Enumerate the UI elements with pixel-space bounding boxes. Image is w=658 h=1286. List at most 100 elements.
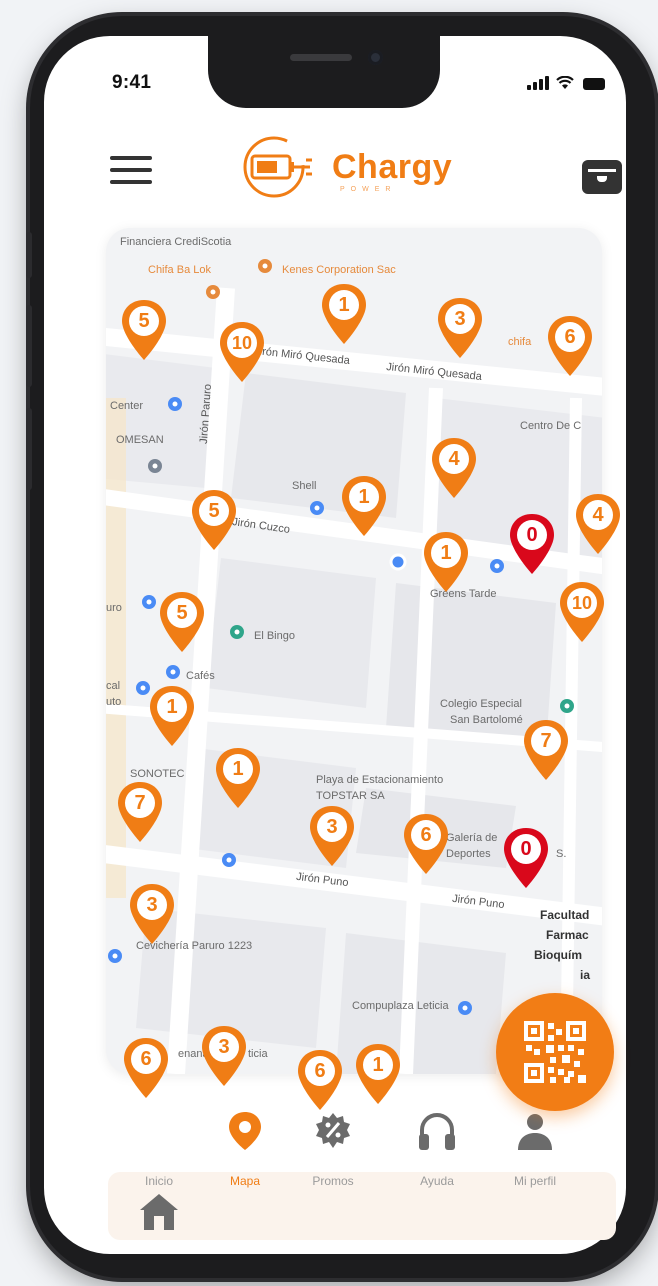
charging-station-pin[interactable]: 7 [520, 718, 572, 782]
charging-station-pin[interactable]: 5 [188, 488, 240, 552]
charging-station-pin[interactable]: 10 [216, 320, 268, 384]
charging-station-pin[interactable]: 1 [338, 474, 390, 538]
qr-scan-button[interactable] [496, 993, 614, 1111]
pin-count: 3 [146, 894, 158, 916]
map-label: El Bingo [254, 630, 295, 642]
charging-station-pin[interactable]: 4 [572, 492, 624, 556]
poi-marker-icon [222, 853, 236, 867]
poi-marker-icon [258, 259, 272, 273]
pin-count: 0 [520, 838, 532, 860]
nav-label: Promos [312, 1174, 354, 1188]
poi-marker-icon [206, 285, 220, 299]
charging-station-pin[interactable]: 3 [306, 804, 358, 868]
map-label: cal [106, 680, 121, 692]
charging-station-pin[interactable]: 1 [352, 1042, 404, 1106]
volume-up-button [26, 305, 32, 387]
map-label: Playa de Estacionamiento [316, 774, 444, 786]
map-label: uro [106, 602, 122, 614]
nav-item-promos[interactable]: Promos [288, 1110, 378, 1188]
map-label: Colegio Especial [440, 698, 522, 710]
charging-station-pin[interactable]: 1 [212, 746, 264, 810]
home-icon [140, 1194, 178, 1230]
front-camera [368, 50, 383, 65]
poi-marker-icon [230, 625, 244, 639]
map-label: uto [106, 696, 122, 708]
headphones-icon [419, 1113, 455, 1150]
notch [208, 36, 440, 108]
charging-station-pin[interactable]: 3 [126, 882, 178, 946]
pin-count: 1 [338, 294, 350, 316]
poi-marker-icon [458, 1001, 472, 1015]
silent-switch [26, 232, 32, 278]
user-icon [518, 1114, 552, 1150]
charging-station-pin[interactable]: 4 [428, 436, 480, 500]
brand-tagline: POWER [340, 186, 397, 193]
map-label: Farmac [546, 928, 589, 942]
poi-marker-icon [490, 559, 504, 573]
charging-station-pin[interactable]: 1 [420, 530, 472, 594]
map-label: Bioquím [534, 948, 582, 962]
poi-marker-icon [108, 949, 122, 963]
map-label: Galería de [446, 832, 498, 844]
map-label: chifa [508, 336, 532, 348]
map-label: OMESAN [116, 434, 164, 446]
map-pin-icon [229, 1112, 261, 1150]
pin-count: 4 [592, 504, 604, 526]
pin-count: 7 [134, 792, 146, 814]
discount-badge-icon [316, 1113, 350, 1148]
wallet-icon[interactable] [582, 160, 622, 194]
map-label: Financiera CrediScotia [120, 236, 232, 248]
poi-marker-icon [310, 501, 324, 515]
map-label: SONOTEC [130, 768, 185, 780]
poi-marker-icon [168, 397, 182, 411]
charging-station-pin[interactable]: 1 [318, 282, 370, 346]
pin-count: 6 [140, 1048, 152, 1070]
pin-count: 6 [420, 824, 432, 846]
pin-count: 3 [454, 308, 466, 330]
charging-station-pin[interactable]: 5 [156, 590, 208, 654]
pin-count: 1 [372, 1054, 384, 1076]
map-label: Centro De C [520, 420, 582, 432]
map-label: ticia [248, 1048, 268, 1060]
pin-count: 0 [526, 524, 538, 546]
map-label: Chifa Ba Lok [148, 264, 211, 276]
charging-station-pin[interactable]: 3 [434, 296, 486, 360]
pin-count: 1 [232, 758, 244, 780]
map-label: Cafés [186, 670, 215, 682]
map-label: Center [110, 400, 144, 412]
map-label: Kenes Corporation Sac [282, 264, 396, 276]
charging-station-pin[interactable]: 6 [400, 812, 452, 876]
status-icons [527, 76, 605, 90]
hamburger-menu-icon[interactable] [110, 156, 152, 190]
nav-item-ayuda[interactable]: Ayuda [392, 1110, 482, 1188]
charging-station-pin[interactable]: 6 [294, 1048, 346, 1112]
charging-station-pin[interactable]: 5 [118, 298, 170, 362]
charging-station-pin[interactable]: 6 [544, 314, 596, 378]
pin-count: 5 [176, 602, 188, 624]
wifi-icon [556, 76, 574, 89]
charging-station-pin[interactable]: 0 [506, 512, 558, 576]
map-label: S. [556, 848, 567, 860]
nav-label: Ayuda [420, 1174, 454, 1188]
charging-station-pin[interactable]: 1 [146, 684, 198, 748]
pin-count: 4 [448, 448, 460, 470]
poi-marker-icon [166, 665, 180, 679]
charging-station-pin[interactable]: 7 [114, 780, 166, 844]
qr-code-icon [524, 1021, 586, 1083]
map-label: TOPSTAR SA [316, 790, 385, 802]
poi-marker-icon [148, 459, 162, 473]
pin-count: 10 [571, 593, 593, 613]
nav-label: Mi perfil [513, 1174, 556, 1188]
charging-station-pin[interactable]: 6 [120, 1036, 172, 1100]
nav-item-inicio[interactable]: Inicio [114, 1110, 204, 1230]
charging-station-pin[interactable]: 3 [198, 1024, 250, 1088]
nav-item-mi-perfil[interactable]: Mi perfil [490, 1110, 580, 1188]
charging-station-pin[interactable]: 10 [556, 580, 608, 644]
nav-item-mapa[interactable]: Mapa [200, 1110, 290, 1188]
signal-icon [527, 76, 549, 90]
map-label: Facultad [540, 908, 590, 922]
map-label: ia [580, 968, 591, 982]
battery-icon [583, 78, 605, 90]
charging-station-pin[interactable]: 0 [500, 826, 552, 890]
status-time: 9:41 [112, 72, 152, 93]
